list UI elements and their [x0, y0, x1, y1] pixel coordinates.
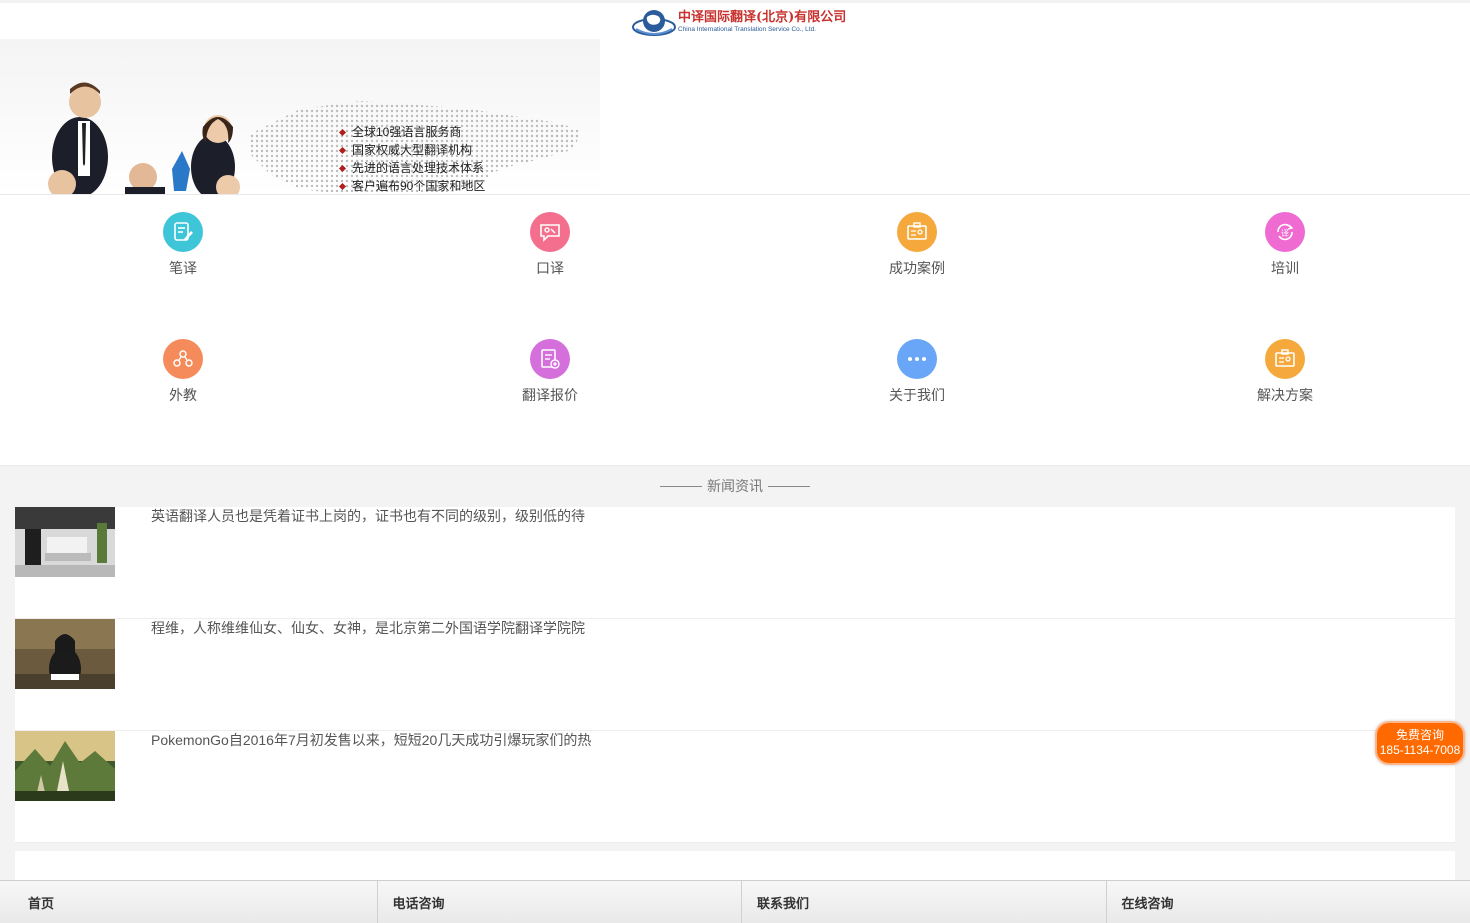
news-thumbnail-woman — [15, 619, 115, 689]
news-section: 新闻资讯 英语翻译人员也是凭着证书上岗的，证书也有不同的级别，级别低的待 程维，… — [0, 465, 1470, 891]
banner-bullet: 先进的语言处理技术体系 — [338, 159, 485, 177]
logo-chinese-name: 中译国际翻译(北京)有限公司 — [678, 10, 847, 25]
grid-item-label: 成功案例 — [889, 260, 945, 276]
header: 中译国际翻译(北京)有限公司 China International Trans… — [0, 0, 1470, 39]
bottom-navigation: 首页 电话咨询 联系我们 在线咨询 — [0, 880, 1470, 923]
news-item[interactable]: 英语翻译人员也是凭着证书上岗的，证书也有不同的级别，级别低的待 — [15, 507, 1455, 619]
diamond-bullet-icon — [338, 164, 347, 172]
news-headline: 英语翻译人员也是凭着证书上岗的，证书也有不同的级别，级别低的待 — [151, 508, 585, 524]
news-item[interactable]: 程维，人称维维仙女、仙女、女神，是北京第二外国语学院翻译学院院 — [15, 619, 1455, 731]
grid-item-label: 关于我们 — [889, 387, 945, 403]
company-logo[interactable]: 中译国际翻译(北京)有限公司 China International Trans… — [632, 6, 846, 38]
bottom-nav-online-consult[interactable]: 在线咨询 — [1107, 881, 1470, 923]
diamond-bullet-icon — [338, 128, 347, 136]
interpretation-icon — [530, 212, 570, 252]
banner-bullet: 客户遍布90个国家和地区 — [338, 177, 485, 194]
banner-people-illustration — [48, 82, 580, 194]
banner-bullet: 全球10强语言服务商 — [338, 123, 485, 141]
grid-item-interpretation[interactable]: 口译 — [450, 212, 650, 292]
bottom-nav-label: 联系我们 — [757, 896, 810, 911]
svg-text:译: 译 — [1281, 229, 1289, 238]
grid-item-label: 解决方案 — [1257, 387, 1313, 403]
service-grid: 笔译 口译 成功案例 译 培训 外教 翻译报价 关于我们 解决方案 — [0, 195, 1470, 465]
grid-item-training[interactable]: 译 培训 — [1185, 212, 1385, 292]
news-list: 英语翻译人员也是凭着证书上岗的，证书也有不同的级别，级别低的待 程维，人称维维仙… — [15, 507, 1455, 843]
float-consult-label: 免费咨询 — [1395, 728, 1444, 742]
logo-english-name: China International Translation Service … — [678, 26, 817, 33]
bottom-nav-contact[interactable]: 联系我们 — [742, 881, 1107, 923]
diamond-bullet-icon — [338, 182, 347, 190]
grid-item-label: 笔译 — [169, 260, 197, 276]
grid-item-label: 翻译报价 — [522, 387, 578, 403]
bottom-nav-label: 电话咨询 — [392, 896, 445, 911]
news-thumbnail-landscape — [15, 731, 115, 801]
training-icon: 译 — [1265, 212, 1305, 252]
written-translation-icon — [163, 212, 203, 252]
banner-bullet-list: 全球10强语言服务商 国家权威大型翻译机构 先进的语言处理技术体系 客户遍布90… — [338, 123, 485, 194]
float-consult-phone: 185-1134-7008 — [1379, 743, 1461, 757]
grid-item-success-case[interactable]: 成功案例 — [817, 212, 1017, 292]
bottom-nav-label: 首页 — [28, 896, 55, 911]
success-case-icon — [897, 212, 937, 252]
grid-item-foreign-teacher[interactable]: 外教 — [83, 339, 283, 419]
foreign-teacher-icon — [163, 339, 203, 379]
grid-item-label: 口译 — [536, 260, 564, 276]
grid-item-about-us[interactable]: 关于我们 — [817, 339, 1017, 419]
grid-item-written-translation[interactable]: 笔译 — [83, 212, 283, 292]
people-group — [48, 82, 240, 194]
news-item[interactable]: PokemonGo自2016年7月初发售以来，短短20几天成功引爆玩家们的热 — [15, 731, 1455, 843]
logo-text: 中译国际翻译(北京)有限公司 China International Trans… — [678, 10, 846, 34]
banner-bullet: 国家权威大型翻译机构 — [338, 141, 485, 159]
globe-logo-icon — [632, 10, 676, 36]
grid-item-label: 培训 — [1271, 260, 1299, 276]
bottom-nav-label: 在线咨询 — [1121, 896, 1174, 911]
bottom-nav-home[interactable]: 首页 — [0, 881, 378, 923]
heading-rule — [768, 485, 810, 487]
news-title: 新闻资讯 — [707, 478, 763, 494]
grid-item-quote[interactable]: 翻译报价 — [450, 339, 650, 419]
free-consult-float-button[interactable]: 免费咨询 185-1134-7008 — [1375, 721, 1465, 765]
diamond-bullet-icon — [338, 146, 347, 154]
news-headline: 程维，人称维维仙女、仙女、女神，是北京第二外国语学院翻译学院院 — [151, 620, 585, 636]
solution-icon — [1265, 339, 1305, 379]
grid-item-solution[interactable]: 解决方案 — [1185, 339, 1385, 419]
about-us-icon — [897, 339, 937, 379]
hero-banner[interactable]: 全球10强语言服务商 国家权威大型翻译机构 先进的语言处理技术体系 客户遍布90… — [0, 39, 600, 194]
news-thumbnail-office — [15, 507, 115, 577]
news-headline: PokemonGo自2016年7月初发售以来，短短20几天成功引爆玩家们的热 — [151, 732, 592, 748]
grid-item-label: 外教 — [169, 387, 197, 403]
quote-icon — [530, 339, 570, 379]
news-section-heading: 新闻资讯 — [0, 476, 1470, 496]
heading-rule — [660, 485, 702, 487]
bottom-nav-phone[interactable]: 电话咨询 — [378, 881, 742, 923]
